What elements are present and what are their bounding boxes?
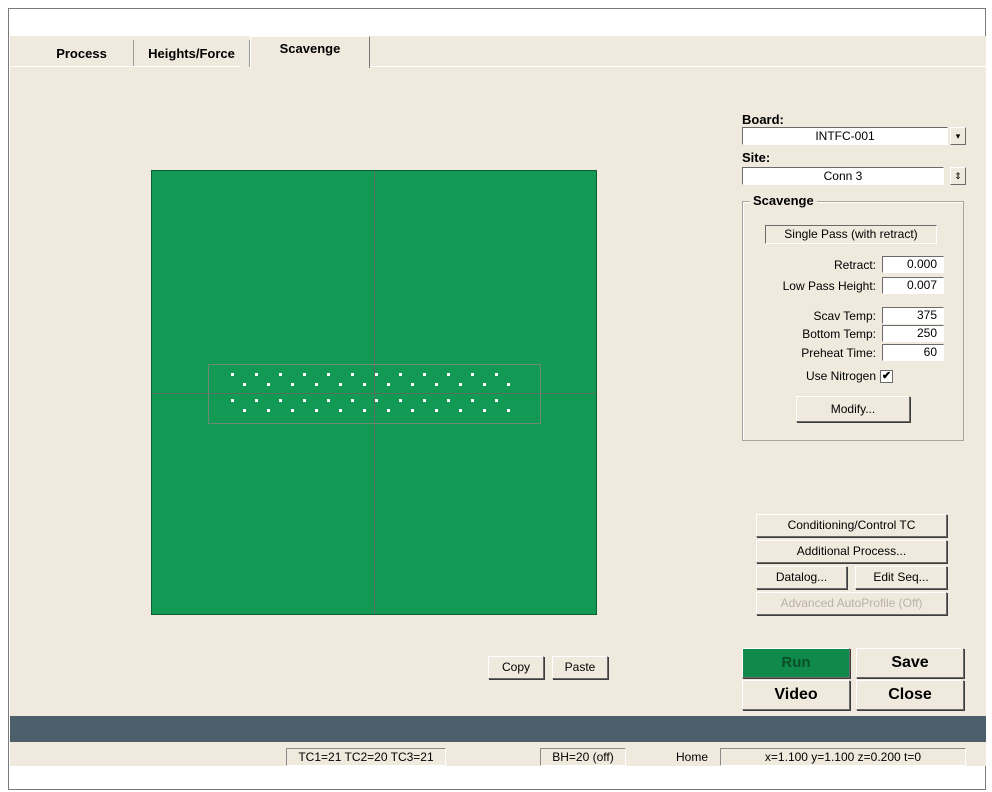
pin-pad [243,409,246,412]
pin-pad [411,383,414,386]
pin-pad [471,373,474,376]
pin-pad [231,373,234,376]
additional-process-button[interactable]: Additional Process... [756,540,947,563]
pin-pad [507,383,510,386]
pin-pad [339,383,342,386]
tab-heights-force[interactable]: Heights/Force [134,40,250,67]
pin-pad [399,399,402,402]
retract-field[interactable]: 0.000 [882,256,944,273]
tab-scavenge[interactable]: Scavenge [250,36,370,68]
modify-button[interactable]: Modify... [796,396,910,422]
pin-pad [471,399,474,402]
low-pass-height-field[interactable]: 0.007 [882,277,944,294]
scav-temp-label: Scav Temp: [813,309,876,323]
use-nitrogen-checkbox[interactable]: ✔ [880,370,893,383]
tab-underline-right [370,66,986,67]
bottom-temp-label: Bottom Temp: [802,327,876,341]
thermocouple-readout: TC1=21 TC2=20 TC3=21 [286,748,446,766]
pin-pad [279,399,282,402]
close-button[interactable]: Close [856,680,964,710]
pin-pad [243,383,246,386]
pin-pad [459,383,462,386]
pin-pad [255,373,258,376]
pin-pad [231,399,234,402]
use-nitrogen-label: Use Nitrogen [805,369,876,383]
pin-pad [507,409,510,412]
preheat-time-field[interactable]: 60 [882,344,944,361]
pin-pad [447,399,450,402]
pin-pad [375,399,378,402]
conditioning-control-tc-button[interactable]: Conditioning/Control TC [756,514,947,537]
pin-pad [327,373,330,376]
bottom-heater-readout: BH=20 (off) [540,748,626,766]
pin-pad [423,373,426,376]
pin-pad [267,383,270,386]
site-label: Site: [742,150,771,165]
pin-pad [435,409,438,412]
scav-temp-field[interactable]: 375 [882,307,944,324]
pin-pad [327,399,330,402]
pin-pad [351,373,354,376]
home-status: Home [676,750,709,764]
video-button[interactable]: Video [742,680,850,710]
position-readout: x=1.100 y=1.100 z=0.200 t=0 [720,748,966,766]
pin-pad [375,373,378,376]
run-button[interactable]: Run [742,648,850,678]
retract-label: Retract: [833,258,876,272]
board-dropdown-icon[interactable]: ▾ [950,127,966,145]
pin-pad [339,409,342,412]
pin-pad [459,409,462,412]
save-button[interactable]: Save [856,648,964,678]
preheat-time-label: Preheat Time: [801,346,876,360]
paste-button[interactable]: Paste [552,656,608,679]
low-pass-height-label: Low Pass Height: [782,279,876,293]
pin-pad [303,399,306,402]
board-canvas[interactable] [151,170,597,615]
board-select[interactable]: INTFC-001 [742,127,948,145]
pin-pad [495,399,498,402]
copy-button[interactable]: Copy [488,656,544,679]
pin-pad [267,409,270,412]
pin-pad [423,399,426,402]
pin-pad [399,373,402,376]
separator-bar [10,716,986,742]
pin-pad [315,383,318,386]
pin-pad [291,409,294,412]
pin-pad [483,383,486,386]
pin-pad [303,373,306,376]
pin-pad [291,383,294,386]
pin-pad [483,409,486,412]
scavenge-mode-display[interactable]: Single Pass (with retract) [765,225,937,244]
pin-pad [255,399,258,402]
tab-process[interactable]: Process [30,40,134,67]
tab-underline [10,66,240,67]
pin-pad [279,373,282,376]
edit-seq-button[interactable]: Edit Seq... [855,566,947,589]
datalog-button[interactable]: Datalog... [756,566,847,589]
site-spinner-icon[interactable]: ⇕ [950,167,966,185]
pin-pad [411,409,414,412]
pin-pad [315,409,318,412]
advanced-autoprofile-button: Advanced AutoProfile (Off) [756,592,947,615]
pin-pad [447,373,450,376]
scavenge-group-title: Scavenge [750,193,817,208]
tab-bar: Process Heights/Force Scavenge [10,36,986,68]
pin-pad [435,383,438,386]
pin-pad [363,409,366,412]
connector-component[interactable] [208,364,541,424]
pin-pad [495,373,498,376]
board-label: Board: [742,112,784,127]
bottom-temp-field[interactable]: 250 [882,325,944,342]
pin-pad [387,383,390,386]
pin-pad [363,383,366,386]
pin-pad [351,399,354,402]
site-select[interactable]: Conn 3 [742,167,944,185]
pin-pad [387,409,390,412]
